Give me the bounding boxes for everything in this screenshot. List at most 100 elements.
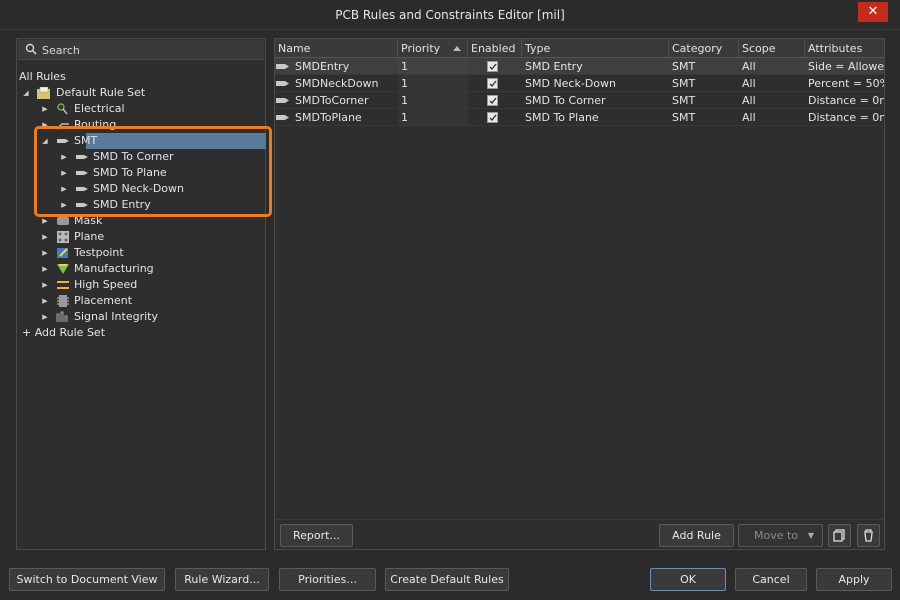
dialog-button-bar: Switch to Document View Rule Wizard... P… xyxy=(0,560,900,600)
cell-category: SMT xyxy=(669,92,739,109)
expand-arrow-icon[interactable]: ▶ xyxy=(41,293,49,309)
tree-item-placement[interactable]: ▶ Placement xyxy=(17,293,267,309)
apply-button[interactable]: Apply xyxy=(816,568,892,591)
table-row[interactable]: SMDNeckDown 1 SMD Neck-Down SMT All Perc… xyxy=(275,75,884,92)
cell-attributes: Distance = 0mil xyxy=(805,109,884,126)
expand-arrow-icon[interactable]: ▶ xyxy=(41,245,49,261)
tree-item-label: Electrical xyxy=(74,102,125,115)
tree-item-smt[interactable]: ◢ SMT xyxy=(17,133,267,149)
cell-category: SMT xyxy=(669,58,739,75)
smt-icon xyxy=(57,139,69,143)
delete-rule-button[interactable] xyxy=(857,524,880,547)
switch-to-document-view-button[interactable]: Switch to Document View xyxy=(9,568,165,591)
cell-priority[interactable]: 1 xyxy=(398,58,468,75)
tree-item-label: Testpoint xyxy=(74,246,124,259)
search-box[interactable] xyxy=(18,40,264,60)
placement-icon xyxy=(57,295,69,307)
tree-item-signal-integrity[interactable]: ▶ Signal Integrity xyxy=(17,309,267,325)
table-row[interactable]: SMDToCorner 1 SMD To Corner SMT All Dist… xyxy=(275,92,884,109)
expand-arrow-icon[interactable]: ▶ xyxy=(41,309,49,325)
enabled-checkbox[interactable] xyxy=(487,95,498,106)
checkmark-icon xyxy=(489,80,497,88)
column-header-scope[interactable]: Scope xyxy=(739,39,805,58)
column-header-attributes[interactable]: Attributes xyxy=(805,39,884,58)
rules-grid-panel: Name Priority Enabled Type Category Scop… xyxy=(274,38,885,550)
enabled-checkbox[interactable] xyxy=(487,61,498,72)
cell-priority[interactable]: 1 xyxy=(398,92,468,109)
signal-integrity-icon xyxy=(56,311,68,322)
expand-arrow-icon[interactable]: ▶ xyxy=(60,197,68,213)
column-header-enabled[interactable]: Enabled xyxy=(468,39,522,58)
cell-category: SMT xyxy=(669,109,739,126)
smt-rule-icon xyxy=(276,64,289,69)
testpoint-icon xyxy=(57,248,68,258)
smt-rule-icon xyxy=(276,81,289,86)
tree-item-label: Routing xyxy=(74,118,117,131)
expand-arrow-icon[interactable]: ▶ xyxy=(41,117,49,133)
create-default-rules-button[interactable]: Create Default Rules xyxy=(385,568,509,591)
tree-item-routing[interactable]: ▶ Routing xyxy=(17,117,267,133)
tree-item-electrical[interactable]: ▶ Electrical xyxy=(17,101,267,117)
cell-priority[interactable]: 1 xyxy=(398,109,468,126)
column-header-category[interactable]: Category xyxy=(669,39,739,58)
expand-arrow-icon[interactable]: ▶ xyxy=(41,229,49,245)
cell-priority[interactable]: 1 xyxy=(398,75,468,92)
table-row[interactable]: SMDToPlane 1 SMD To Plane SMT All Distan… xyxy=(275,109,884,126)
priorities-button[interactable]: Priorities... xyxy=(279,568,376,591)
trash-icon xyxy=(864,529,873,542)
tree-item-manufacturing[interactable]: ▶ Manufacturing xyxy=(17,261,267,277)
window-title: PCB Rules and Constraints Editor [mil] xyxy=(335,8,565,22)
tree-item-label: SMD To Plane xyxy=(93,166,167,179)
tree-item-testpoint[interactable]: ▶ Testpoint xyxy=(17,245,267,261)
sort-ascending-icon xyxy=(453,46,461,51)
tree-item-all-rules[interactable]: All Rules xyxy=(17,69,267,85)
search-input[interactable] xyxy=(42,42,242,58)
smt-rule-icon xyxy=(76,171,88,175)
column-header-name[interactable]: Name xyxy=(275,39,398,58)
tree-item-plane[interactable]: ▶ Plane xyxy=(17,229,267,245)
tree-item-label: High Speed xyxy=(74,278,138,291)
tree-item-high-speed[interactable]: ▶ High Speed xyxy=(17,277,267,293)
add-rule-set-link[interactable]: + Add Rule Set xyxy=(17,325,267,341)
smt-rule-icon xyxy=(76,187,88,191)
tree-item-smd-neck-down[interactable]: ▶ SMD Neck-Down xyxy=(17,181,267,197)
close-button[interactable]: ✕ xyxy=(858,2,888,22)
enabled-checkbox[interactable] xyxy=(487,78,498,89)
cell-enabled xyxy=(468,58,522,75)
collapse-arrow-icon[interactable]: ◢ xyxy=(22,85,30,101)
expand-arrow-icon[interactable]: ▶ xyxy=(60,181,68,197)
enabled-checkbox[interactable] xyxy=(487,112,498,123)
smt-rule-icon xyxy=(276,98,289,103)
search-icon xyxy=(25,43,37,55)
ok-button[interactable]: OK xyxy=(650,568,726,591)
column-header-priority[interactable]: Priority xyxy=(398,39,468,58)
tree-item-default-rule-set[interactable]: ◢ Default Rule Set xyxy=(17,85,267,101)
cancel-button[interactable]: Cancel xyxy=(735,568,807,591)
expand-arrow-icon[interactable]: ▶ xyxy=(41,213,49,229)
tree-item-smd-to-plane[interactable]: ▶ SMD To Plane xyxy=(17,165,267,181)
tree-item-label: SMD Entry xyxy=(93,198,151,211)
report-button[interactable]: Report... xyxy=(280,524,353,547)
table-row[interactable]: SMDEntry 1 SMD Entry SMT All Side = Allo… xyxy=(275,58,884,75)
cell-type: SMD Neck-Down xyxy=(522,75,669,92)
cell-name-text: SMDEntry xyxy=(295,60,350,73)
expand-arrow-icon[interactable]: ▶ xyxy=(60,149,68,165)
tree-item-label: Placement xyxy=(74,294,133,307)
add-rule-button[interactable]: Add Rule xyxy=(659,524,734,547)
column-header-label: Priority xyxy=(401,42,441,55)
expand-arrow-icon[interactable]: ▶ xyxy=(41,277,49,293)
tree-item-mask[interactable]: ▶ Mask xyxy=(17,213,267,229)
cell-name: SMDToPlane xyxy=(275,109,398,126)
expand-arrow-icon[interactable]: ▶ xyxy=(41,101,49,117)
column-header-type[interactable]: Type xyxy=(522,39,669,58)
duplicate-rule-button[interactable] xyxy=(828,524,851,547)
tree-item-smd-entry[interactable]: ▶ SMD Entry xyxy=(17,197,267,213)
rule-wizard-button[interactable]: Rule Wizard... xyxy=(175,568,269,591)
tree-item-smd-to-corner[interactable]: ▶ SMD To Corner xyxy=(17,149,267,165)
smt-rule-icon xyxy=(76,155,88,159)
collapse-arrow-icon[interactable]: ◢ xyxy=(41,133,49,149)
move-to-label: Move to xyxy=(754,529,799,542)
routing-icon xyxy=(56,123,69,130)
expand-arrow-icon[interactable]: ▶ xyxy=(41,261,49,277)
expand-arrow-icon[interactable]: ▶ xyxy=(60,165,68,181)
